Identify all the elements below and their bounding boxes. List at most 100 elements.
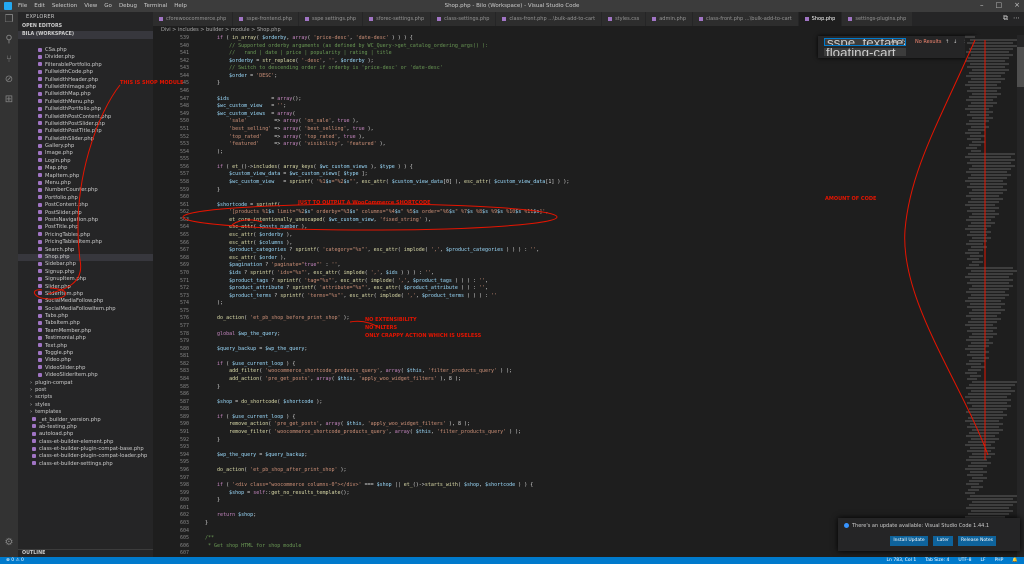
tab-size[interactable]: Tab Size: 4 [925,557,949,564]
outline-section[interactable]: OUTLINE [18,549,153,557]
file-item[interactable]: Tabs.php [18,313,153,320]
file-item[interactable]: SocialMediaFollow.php [18,298,153,305]
code-line[interactable] [205,353,965,361]
code-line[interactable] [205,338,965,346]
code-editor[interactable]: 539 540 541 542 543 544 545 546 547 548 549 550 551 5… [153,35,965,557]
file-item[interactable]: VideoSliderItem.php [18,372,153,379]
encoding[interactable]: UTF-8 [958,557,971,564]
more-actions-icon[interactable]: ⋯ [1013,14,1020,23]
file-item[interactable]: class-et-builder-plugin-compat-base.php [18,446,153,453]
code-line[interactable]: $pagination ? 'paginate="true"' : '', [205,262,965,270]
source-control-icon[interactable]: ⑂ [3,54,15,66]
code-line[interactable]: if ( $use_current_loop ) { [205,414,965,422]
tab-shop-php[interactable]: Shop.php [798,12,843,26]
code-line[interactable]: $product_terms ? sprintf( 'terms="%s"', … [205,293,965,301]
code-line[interactable]: esc_attr( $order ), [205,255,965,263]
tab-admin-php[interactable]: admin.php [646,12,694,26]
code-line[interactable]: 'best_selling' => array( 'best_selling',… [205,126,965,134]
code-line[interactable]: $custom_view_data = $wc_custom_views[ $t… [205,171,965,179]
code-lines[interactable]: if ( in_array( $orderby, array( 'price-d… [205,35,965,557]
menu-item-edit[interactable]: Edit [34,3,45,9]
explorer-icon[interactable]: ❐ [3,14,15,26]
file-item[interactable]: SliderItem.php [18,291,153,298]
file-item[interactable]: FullwidthMap.php [18,91,153,98]
code-line[interactable]: } [205,384,965,392]
file-item[interactable]: TeamMember.php [18,328,153,335]
file-item[interactable]: NumberCounter.php [18,187,153,194]
code-line[interactable]: $wc_custom_view = ''; [205,103,965,111]
code-line[interactable] [205,444,965,452]
code-line[interactable] [205,308,965,316]
file-item[interactable]: Slider.php [18,284,153,291]
file-item[interactable]: Toggle.php [18,350,153,357]
match-case-icon[interactable]: Aa [891,39,897,45]
code-line[interactable]: // Switch to descending order if orderby… [205,65,965,73]
file-item[interactable]: FullwidthSlider.php [18,136,153,143]
file-item[interactable]: Map.php [18,165,153,172]
minimap[interactable] [965,35,1017,557]
file-item[interactable]: autoload.php [18,431,153,438]
code-line[interactable]: $ids = array(); [205,96,965,104]
code-line[interactable] [205,459,965,467]
problems-indicator[interactable]: ⊗ 0 ⚠ 0 [6,557,24,564]
code-line[interactable]: 'top_rated' => array( 'top_rated', true … [205,134,965,142]
breadcrumb[interactable]: Divi > includes > builder > module > Sho… [153,26,1024,35]
code-line[interactable]: $wc_custom_views = array( [205,111,965,119]
debug-icon[interactable]: ⊘ [3,74,15,86]
file-item[interactable]: Gallery.php [18,143,153,150]
menu-item-help[interactable]: Help [174,3,187,9]
file-item[interactable]: PricingTablesItem.php [18,239,153,246]
menu-item-go[interactable]: Go [104,3,112,9]
file-item[interactable]: FullwidthPortfolio.php [18,106,153,113]
install-update-button[interactable]: Install Update [890,536,928,546]
code-line[interactable]: remove_action( 'pre_get_posts', array( $… [205,421,965,429]
open-editors-section[interactable]: OPEN EDITORS [18,23,153,31]
code-line[interactable] [205,475,965,483]
tab-sspe-frontend-php[interactable]: sspe-frontend.php [233,12,299,26]
folder-item[interactable]: › plugin-compat [18,380,153,387]
code-line[interactable]: $wp_the_query = $query_backup; [205,452,965,460]
code-line[interactable]: $orderby = str_replace( '-desc', '', $or… [205,58,965,66]
menu-item-terminal[interactable]: Terminal [144,3,167,9]
file-item[interactable]: SignupItem.php [18,276,153,283]
tab-settings-plugins-php[interactable]: settings-plugins.php [842,12,914,26]
code-line[interactable]: } [205,80,965,88]
folder-item[interactable]: › styles [18,402,153,409]
file-item[interactable]: class-et-builder-element.php [18,439,153,446]
file-item[interactable]: Testimonial.php [18,335,153,342]
file-item[interactable]: PricingTables.php [18,232,153,239]
tab-class-front-php[interactable]: class-front.php ...\bulk-add-to-cart [496,12,603,26]
file-item[interactable]: MapItem.php [18,173,153,180]
regex-icon[interactable]: .* [900,39,904,45]
code-line[interactable]: ); [205,149,965,157]
code-line[interactable]: } [205,497,965,505]
file-item[interactable]: Signup.php [18,269,153,276]
code-line[interactable]: $order = 'DESC'; [205,73,965,81]
menu-item-debug[interactable]: Debug [119,3,137,9]
code-line[interactable]: esc_attr( $orderby ), [205,232,965,240]
file-item[interactable]: FullwidthMenu.php [18,99,153,106]
file-item[interactable]: Sidebar.php [18,261,153,268]
code-line[interactable]: if ( $use_current_loop ) { [205,361,965,369]
file-item[interactable]: FullwidthPostTitle.php [18,128,153,135]
code-line[interactable]: $ids ? sprintf( 'ids="%s"', esc_attr( im… [205,270,965,278]
folder-item[interactable]: › post [18,387,153,394]
previous-match-icon[interactable]: ↑ [945,39,949,45]
code-line[interactable]: $wc_custom_view = sprintf( '%1$s="%2$s"'… [205,179,965,187]
settings-gear-icon[interactable]: ⚙ [3,537,15,549]
search-icon[interactable]: ⚲ [3,34,15,46]
file-item[interactable]: PostTitle.php [18,224,153,231]
code-line[interactable]: global $wp_the_query; [205,331,965,339]
code-line[interactable] [205,156,965,164]
file-item[interactable]: ab-testing.php [18,424,153,431]
code-line[interactable]: esc_attr( $columns ), [205,240,965,248]
code-line[interactable]: if ( '<div class="woocommerce columns-0"… [205,482,965,490]
code-line[interactable]: $query_backup = $wp_the_query; [205,346,965,354]
notification-bell-icon[interactable]: 🔔 [1012,557,1018,564]
file-item[interactable]: Image.php [18,150,153,157]
code-line[interactable]: 'featured' => array( 'visibility', 'feat… [205,141,965,149]
file-item[interactable]: Shop.php [18,253,153,262]
code-line[interactable]: et_core_intentionally_unescaped( $wc_cus… [205,217,965,225]
menu-item-selection[interactable]: Selection [52,3,77,9]
code-line[interactable]: 'sale' => array( 'on_sale', true ), [205,118,965,126]
